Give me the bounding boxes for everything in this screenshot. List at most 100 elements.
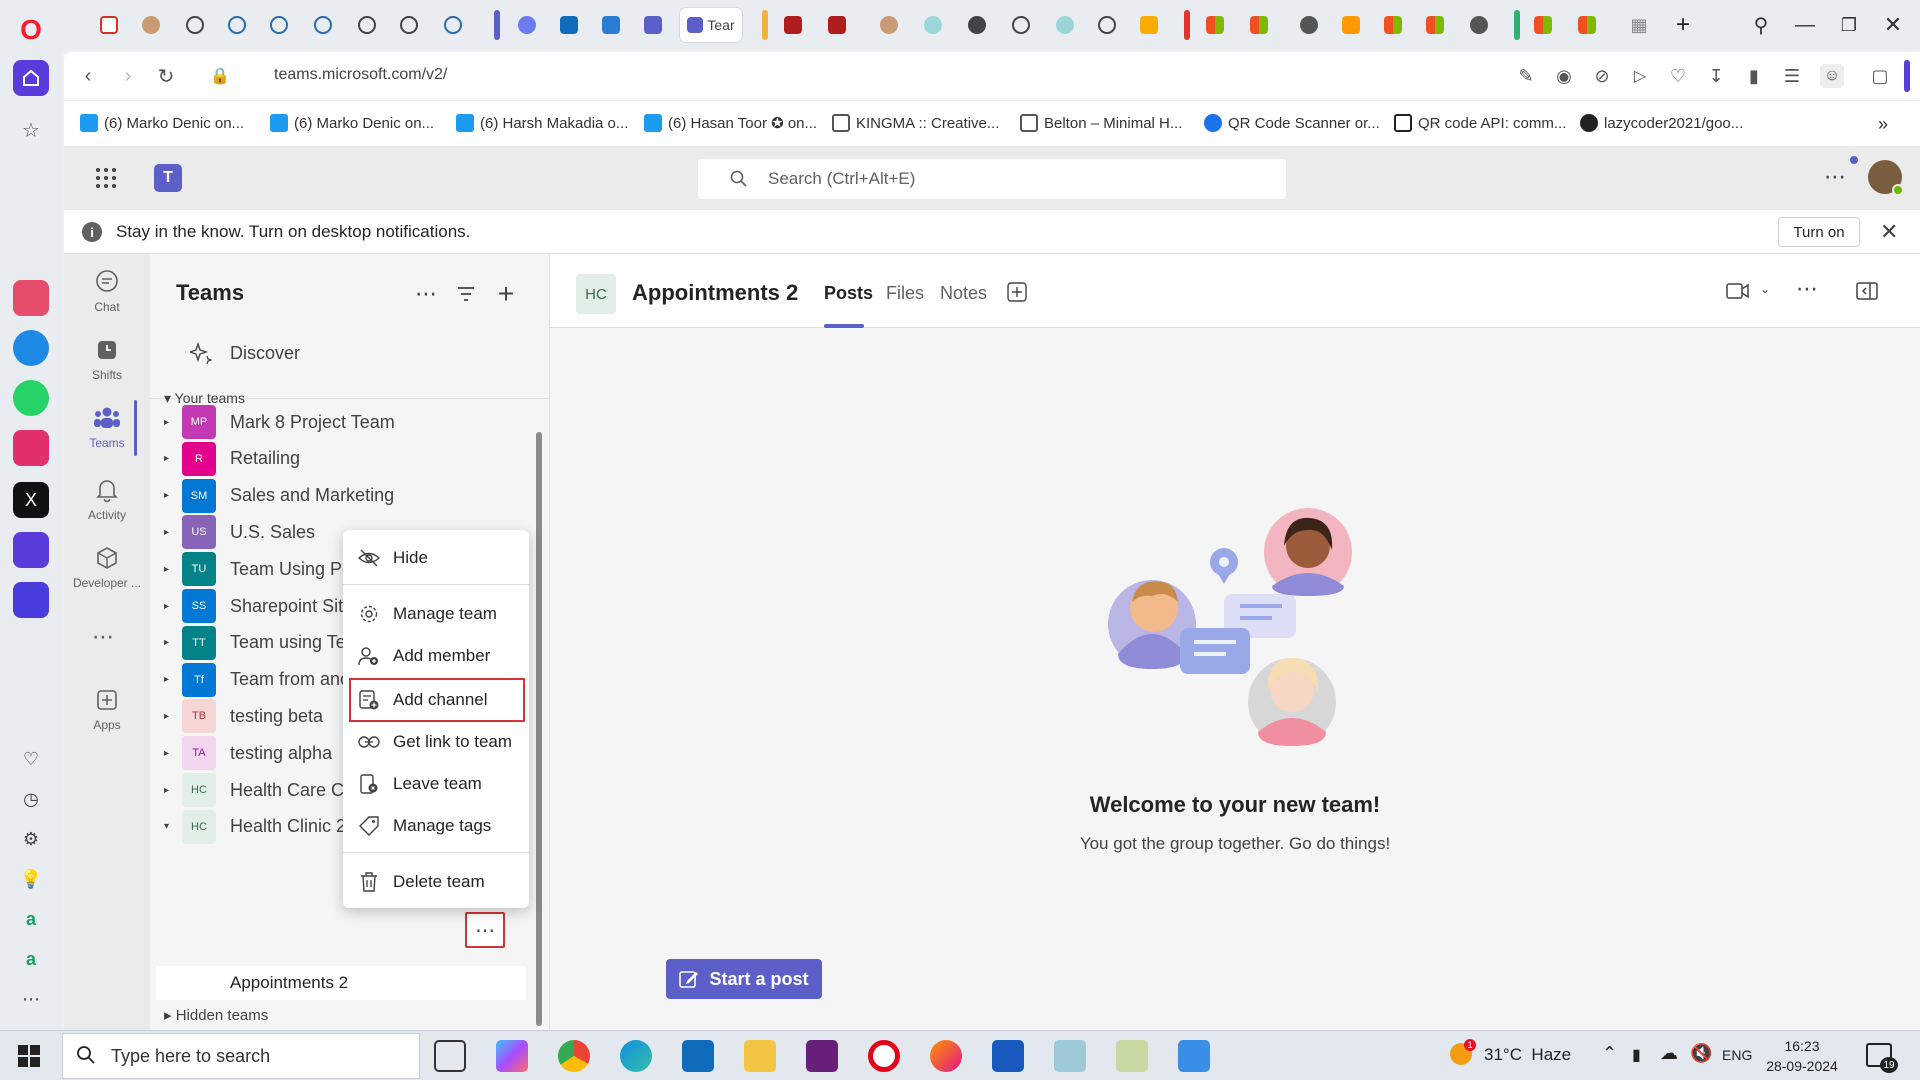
bookmark-item[interactable]: QR code API: comm... (1394, 114, 1566, 132)
workspace-home-icon[interactable] (13, 60, 49, 96)
team-more-options-button[interactable]: ⋯ (465, 912, 505, 948)
lightbulb-icon[interactable]: 💡 (20, 868, 42, 890)
tab-gmail[interactable] (92, 8, 126, 42)
tab-profile[interactable] (134, 8, 168, 42)
edit-icon[interactable]: ✎ (1514, 64, 1538, 88)
sidebar-more-icon[interactable]: ⋯ (20, 988, 42, 1010)
edge-icon[interactable] (620, 1040, 652, 1072)
opera-logo-icon[interactable]: O (13, 12, 49, 48)
battery-icon[interactable]: ▮ (1742, 64, 1766, 88)
tab-profile-2[interactable] (872, 8, 906, 42)
tab-generic-8[interactable] (1292, 8, 1326, 42)
reload-icon[interactable]: ↻ (154, 64, 178, 88)
visual-studio-icon[interactable] (806, 1040, 838, 1072)
rail-item-activity[interactable]: Activity (64, 476, 150, 522)
tab-chatgpt-3[interactable] (392, 8, 426, 42)
network-icon[interactable]: ☁ (1660, 1043, 1678, 1064)
settings-gear-icon[interactable]: ⚙ (20, 828, 42, 850)
menu-item-manage-team[interactable]: Manage team (343, 594, 529, 634)
chevron-right-icon[interactable]: ▸ (164, 637, 178, 648)
clock[interactable]: 16:23 28-09-2024 (1762, 1036, 1842, 1076)
tab-microsoft-6[interactable] (1570, 8, 1604, 42)
tab-generic-6[interactable] (960, 8, 994, 42)
workspace-star-icon[interactable]: ☆ (13, 112, 49, 148)
chevron-down-icon[interactable]: ▾ (164, 821, 178, 832)
rail-item-shifts[interactable]: Shifts (64, 336, 150, 382)
more-options-icon[interactable]: ⋯ (412, 280, 440, 308)
close-window-icon[interactable]: ✕ (1876, 8, 1910, 42)
messenger-icon[interactable] (13, 330, 49, 366)
opera-icon[interactable] (868, 1040, 900, 1072)
channel-item[interactable]: Appointments 2 (156, 966, 526, 1000)
tab-chatgpt[interactable] (178, 8, 212, 42)
tray-chevron-up-icon[interactable]: ⌃ (1602, 1043, 1617, 1064)
tab-microsoft-2[interactable] (1242, 8, 1276, 42)
tab-microsoft-5[interactable] (1526, 8, 1560, 42)
app-launcher-icon[interactable] (94, 166, 118, 190)
bookmark-item[interactable]: (6) Marko Denic on... (270, 114, 434, 132)
lock-icon[interactable]: 🔒 (208, 64, 232, 88)
tab-microsoft-3[interactable] (1376, 8, 1410, 42)
tab-amazon[interactable] (1334, 8, 1368, 42)
music-player-icon[interactable] (13, 532, 49, 568)
chevron-right-icon[interactable]: ▸ (164, 674, 178, 685)
chevron-right-icon[interactable]: ▸ (164, 453, 178, 464)
tab-generic-2[interactable] (262, 8, 296, 42)
minimize-window-icon[interactable]: — (1788, 8, 1822, 42)
bookmark-item[interactable]: Belton – Minimal H... (1020, 114, 1182, 132)
start-post-button[interactable]: Start a post (666, 959, 822, 999)
tab-analytics[interactable] (1132, 8, 1166, 42)
menu-item-leave-team[interactable]: Leave team (343, 764, 529, 804)
chevron-right-icon[interactable]: ▸ (164, 711, 178, 722)
scrollbar[interactable] (536, 432, 542, 1026)
whatsapp-icon[interactable] (13, 380, 49, 416)
tab-overview-icon[interactable]: ▦ (1622, 8, 1656, 42)
aria-ai-icon[interactable] (13, 280, 49, 316)
player-icon[interactable] (13, 582, 49, 618)
task-view-icon[interactable] (434, 1040, 466, 1072)
tab-oreilly-2[interactable] (820, 8, 854, 42)
tab-azure[interactable] (594, 8, 628, 42)
tab-generic-1[interactable] (220, 8, 254, 42)
taskbar-search-input[interactable]: Type here to search (62, 1033, 420, 1079)
new-tab-icon[interactable]: + (1666, 8, 1700, 42)
channel-more-icon[interactable]: ⋯ (1796, 276, 1818, 302)
tab-generic-5[interactable] (916, 8, 950, 42)
tab-teams-1[interactable] (636, 8, 670, 42)
history-clock-icon[interactable]: ◷ (20, 788, 42, 810)
tab-generic-9[interactable] (1462, 8, 1496, 42)
tab-notes[interactable]: Notes (940, 283, 987, 304)
tab-copilot[interactable] (510, 8, 544, 42)
hidden-teams-header[interactable]: ▸ Hidden teams (164, 1006, 268, 1024)
tab-oreilly-1[interactable] (776, 8, 810, 42)
volume-muted-icon[interactable]: 🔇 (1690, 1043, 1712, 1064)
weather-text[interactable]: 31°C Haze (1484, 1045, 1571, 1065)
menu-item-add-member[interactable]: Add member (343, 636, 529, 676)
x-twitter-icon[interactable]: X (13, 482, 49, 518)
bookmark-item[interactable]: KINGMA :: Creative... (832, 114, 999, 132)
chrome-icon[interactable] (558, 1040, 590, 1072)
url-field[interactable]: teams.microsoft.com/v2/ (274, 66, 447, 84)
tab-generic-4[interactable] (436, 8, 470, 42)
create-team-icon[interactable]: + (492, 278, 520, 309)
rail-item-chat[interactable]: Chat (64, 268, 150, 314)
easy-setup-icon[interactable]: ☰ (1780, 64, 1804, 88)
menu-item-get-link[interactable]: Get link to team (343, 722, 529, 762)
bookmark-item[interactable]: (6) Hasan Toor ✪ on... (644, 114, 817, 132)
download-icon[interactable]: ↧ (1704, 64, 1728, 88)
tab-posts[interactable]: Posts (824, 283, 873, 304)
adblock-icon[interactable]: ⊘ (1590, 64, 1614, 88)
outlook-icon[interactable] (682, 1040, 714, 1072)
heart-icon[interactable]: ♡ (20, 748, 42, 770)
copilot-icon[interactable] (496, 1040, 528, 1072)
favorite-heart-icon[interactable]: ♡ (1666, 64, 1690, 88)
menu-item-manage-tags[interactable]: Manage tags (343, 806, 529, 846)
meet-video-icon[interactable] (1726, 282, 1750, 305)
filter-icon[interactable] (452, 280, 480, 308)
tab-teams-active[interactable]: Tear (680, 8, 742, 42)
rail-item-apps[interactable]: Apps (64, 686, 150, 732)
chevron-right-icon[interactable]: ▸ (164, 490, 178, 501)
close-icon[interactable]: ✕ (1880, 219, 1898, 245)
search-tabs-icon[interactable]: ⚲ (1744, 8, 1778, 42)
file-explorer-icon[interactable] (744, 1040, 776, 1072)
